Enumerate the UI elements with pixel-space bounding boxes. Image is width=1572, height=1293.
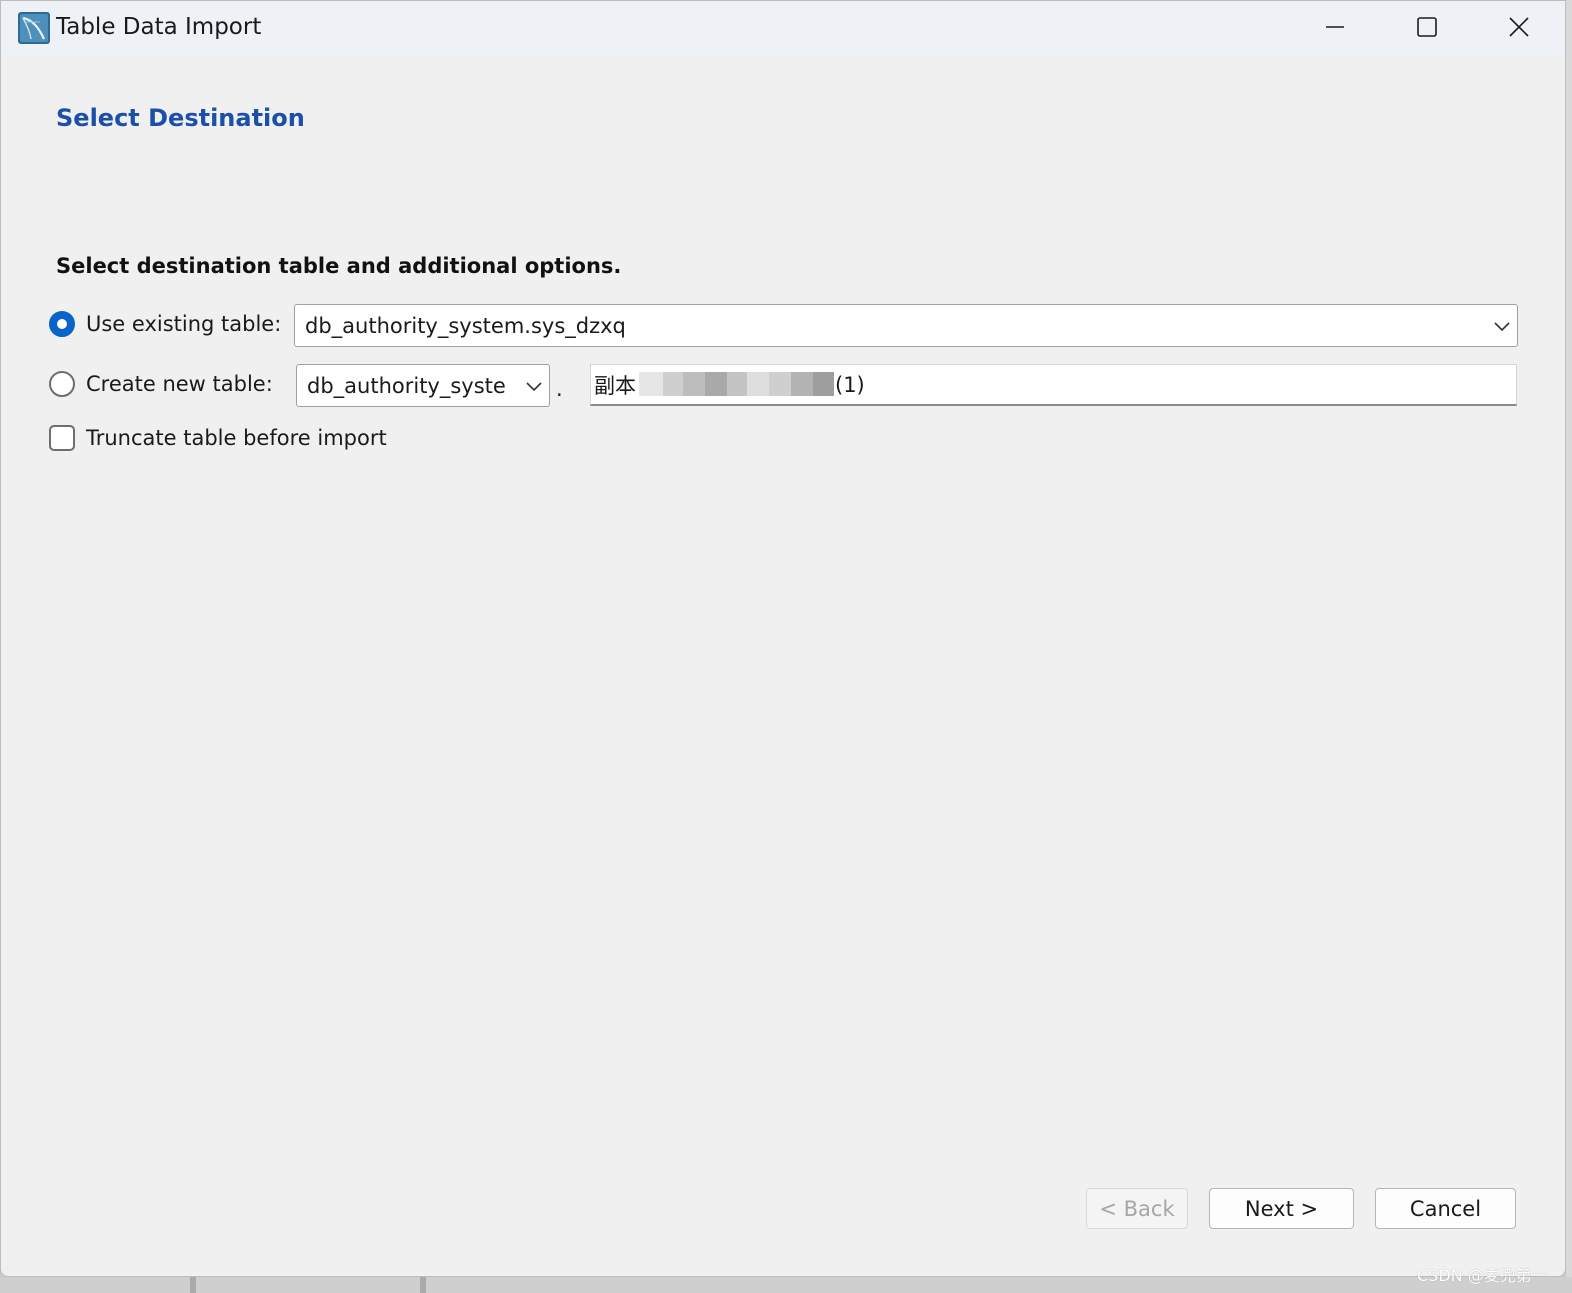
csdn-watermark: CSDN @麦兜第一	[1417, 1266, 1548, 1285]
title-bar[interactable]: Table Data Import	[1, 1, 1565, 57]
maximize-icon	[1417, 17, 1437, 37]
truncate-table-label[interactable]: Truncate table before import	[86, 426, 387, 450]
background-edge	[1566, 0, 1572, 1277]
minimize-icon	[1326, 26, 1344, 28]
back-button[interactable]: < Back	[1086, 1188, 1188, 1229]
table-name-prefix: 副本	[594, 373, 636, 398]
maximize-button[interactable]	[1381, 1, 1473, 53]
redacted-mosaic	[639, 372, 834, 396]
page-title: Select Destination	[56, 104, 305, 132]
background-divider	[420, 1277, 426, 1293]
mysql-workbench-app-icon	[18, 12, 50, 44]
chevron-down-icon	[1494, 321, 1510, 331]
background-divider	[190, 1277, 196, 1293]
schema-select[interactable]: db_authority_syste	[296, 364, 550, 407]
schema-table-separator: .	[556, 377, 563, 401]
use-existing-table-radio[interactable]	[49, 311, 75, 337]
use-existing-table-label[interactable]: Use existing table:	[86, 312, 281, 336]
import-dialog: Table Data Import Select Destination Sel…	[0, 0, 1566, 1277]
close-button[interactable]	[1473, 1, 1565, 53]
schema-value: db_authority_syste	[307, 373, 506, 398]
chevron-down-icon	[526, 381, 542, 391]
minimize-button[interactable]	[1289, 1, 1381, 53]
existing-table-select[interactable]: db_authority_system.sys_dzxq	[294, 304, 1518, 347]
truncate-table-checkbox[interactable]	[49, 425, 75, 451]
cancel-button[interactable]: Cancel	[1375, 1188, 1516, 1229]
create-new-table-label[interactable]: Create new table:	[86, 372, 273, 396]
background-taskbar-strip	[0, 1277, 1572, 1293]
new-table-name-input[interactable]: 副本 (1)	[590, 364, 1517, 406]
existing-table-value: db_authority_system.sys_dzxq	[305, 313, 626, 338]
window-title: Table Data Import	[56, 14, 262, 40]
close-icon	[1509, 17, 1529, 37]
table-name-suffix: (1)	[835, 372, 865, 397]
instruction-text: Select destination table and additional …	[56, 254, 622, 278]
create-new-table-radio[interactable]	[49, 371, 75, 397]
next-button[interactable]: Next >	[1209, 1188, 1354, 1229]
